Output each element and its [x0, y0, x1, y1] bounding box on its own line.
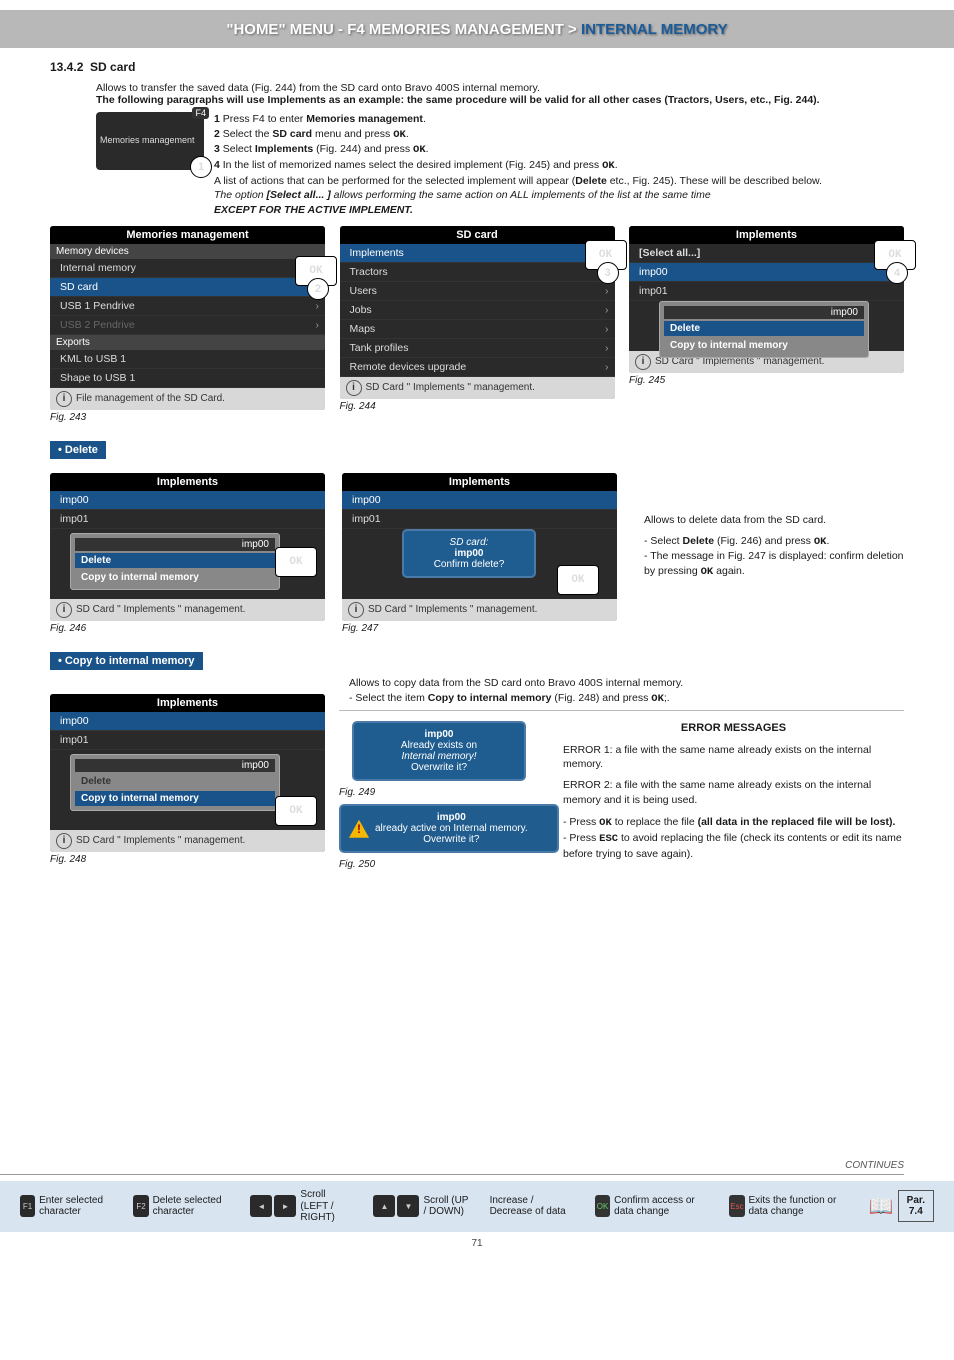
popup-delete[interactable]: Delete [75, 774, 275, 789]
panel-sd-card: SD card Implements› Tractors› Users› Job… [340, 226, 615, 399]
fig-label: Fig. 247 [342, 623, 617, 634]
row-tank[interactable]: Tank profiles› [340, 339, 615, 358]
delete-tag: • Delete [50, 441, 106, 459]
row-usb1[interactable]: USB 1 Pendrive› [50, 297, 325, 316]
fig-label: Fig. 244 [340, 401, 615, 412]
key-f2-icon: F2 [133, 1195, 148, 1217]
ok-callout: OK [557, 565, 599, 595]
context-popup: imp00 Delete Copy to internal memory [70, 533, 280, 590]
header-prefix: "HOME" MENU - F4 MEMORIES MANAGEMENT [226, 21, 564, 38]
confirm-dialog: SD card: imp00 Confirm delete? [402, 529, 536, 578]
ok-callout: OK [275, 796, 317, 826]
page-header: "HOME" MENU - F4 MEMORIES MANAGEMENT > I… [0, 10, 954, 48]
row-implements[interactable]: Implements› [340, 244, 615, 263]
row-jobs[interactable]: Jobs› [340, 301, 615, 320]
fig-label: Fig. 248 [50, 854, 325, 865]
info-icon: i [56, 391, 72, 407]
dialog-249: imp00 Already exists on Internal memory!… [352, 721, 526, 781]
ok-callout: OK [275, 547, 317, 577]
row-imp00[interactable]: imp00 [50, 491, 325, 510]
popup-delete[interactable]: Delete [664, 321, 864, 336]
panel-delete-2: Implements imp00 imp01 SD card: imp00 Co… [342, 473, 617, 621]
dialog-250: ! imp00already active on Internal memory… [339, 804, 559, 853]
context-popup: imp00 Delete Copy to internal memory [70, 754, 280, 811]
header-suffix: INTERNAL MEMORY [581, 21, 728, 38]
panels-row-1: Memories management Memory devices Inter… [50, 226, 904, 423]
section-title: 13.4.2 SD card [50, 60, 904, 74]
continues-label: CONTINUES [0, 1160, 904, 1175]
row-imp00[interactable]: imp00 [50, 712, 325, 731]
copy-intro: Allows to copy data from the SD card ont… [349, 676, 904, 706]
popup-copy[interactable]: Copy to internal memory [75, 570, 275, 585]
key-f7-icon: ◄ [250, 1195, 272, 1217]
par-ref: Par.7.4 [898, 1190, 934, 1222]
fig-label: Fig. 249 [339, 787, 539, 798]
info-icon: i [348, 602, 364, 618]
info-icon: i [56, 833, 72, 849]
row-imp00[interactable]: imp00 [342, 491, 617, 510]
row-sd-card[interactable]: SD card› [50, 278, 325, 297]
row-imp01[interactable]: imp01 [629, 282, 904, 301]
fig-label: Fig. 246 [50, 623, 325, 634]
row-kml[interactable]: KML to USB 1 [50, 350, 325, 369]
memories-button[interactable]: Memories management F4 1 [96, 112, 204, 170]
fig-label: Fig. 243 [50, 412, 325, 423]
warning-icon: ! [349, 820, 369, 838]
error-messages: ERROR MESSAGES ERROR 1: a file with the … [563, 715, 904, 870]
delete-description: Allows to delete data from the SD card. … [644, 473, 904, 634]
footer-legend: F1Enter selected character F2Delete sele… [0, 1181, 954, 1232]
panel-delete-1: Implements imp00 imp01 imp00 Delete Copy… [50, 473, 325, 621]
panel-memories-mgmt: Memories management Memory devices Inter… [50, 226, 325, 410]
f4-badge: F4 [192, 107, 209, 119]
page-number: 71 [0, 1238, 954, 1249]
info-bar: iFile management of the SD Card. [50, 388, 325, 410]
copy-tag: • Copy to internal memory [50, 652, 203, 670]
row-shape[interactable]: Shape to USB 1 [50, 369, 325, 388]
row-internal-memory[interactable]: Internal memory› [50, 259, 325, 278]
info-icon: i [635, 354, 651, 370]
step-num-3: 3 [597, 262, 619, 284]
row-maps[interactable]: Maps› [340, 320, 615, 339]
row-select-all[interactable]: [Select all...] [629, 244, 904, 263]
popup-copy[interactable]: Copy to internal memory [664, 338, 864, 353]
info-bar: iSD Card " Implements " management. [340, 377, 615, 399]
row-imp01[interactable]: imp01 [50, 510, 325, 529]
instruction-steps: 1 Press F4 to enter Memories management.… [214, 112, 822, 218]
step-num-2: 2 [307, 278, 329, 300]
info-icon: i [346, 380, 362, 396]
panel-implements: Implements [Select all...] imp00 imp01 i… [629, 226, 904, 373]
popup-copy[interactable]: Copy to internal memory [75, 791, 275, 806]
panel-copy: Implements imp00 imp01 imp00 Delete Copy… [50, 694, 325, 852]
row-imp01[interactable]: imp01 [50, 731, 325, 750]
key-ok-icon: OK [595, 1195, 610, 1217]
book-icon: 📖 [869, 1194, 894, 1219]
row-usb2: USB 2 Pendrive› [50, 316, 325, 335]
fig-label: Fig. 245 [629, 375, 904, 386]
context-popup: imp00 Delete Copy to internal memory [659, 301, 869, 358]
key-esc-icon: Esc [729, 1195, 744, 1217]
key-f1-icon: F1 [20, 1195, 35, 1217]
row-tractors[interactable]: Tractors› [340, 263, 615, 282]
key-f6-icon: ▼ [397, 1195, 419, 1217]
key-f4-icon: ▲ [373, 1195, 395, 1217]
intro-text: Allows to transfer the saved data (Fig. … [96, 82, 904, 106]
row-remote[interactable]: Remote devices upgrade› [340, 358, 615, 377]
row-users[interactable]: Users› [340, 282, 615, 301]
popup-delete[interactable]: Delete [75, 553, 275, 568]
info-icon: i [56, 602, 72, 618]
row-imp00[interactable]: imp00 [629, 263, 904, 282]
step-num-4: 4 [886, 262, 908, 284]
row-imp01[interactable]: imp01 [342, 510, 617, 529]
fig-label: Fig. 250 [339, 859, 539, 870]
key-f8-icon: ► [274, 1195, 296, 1217]
